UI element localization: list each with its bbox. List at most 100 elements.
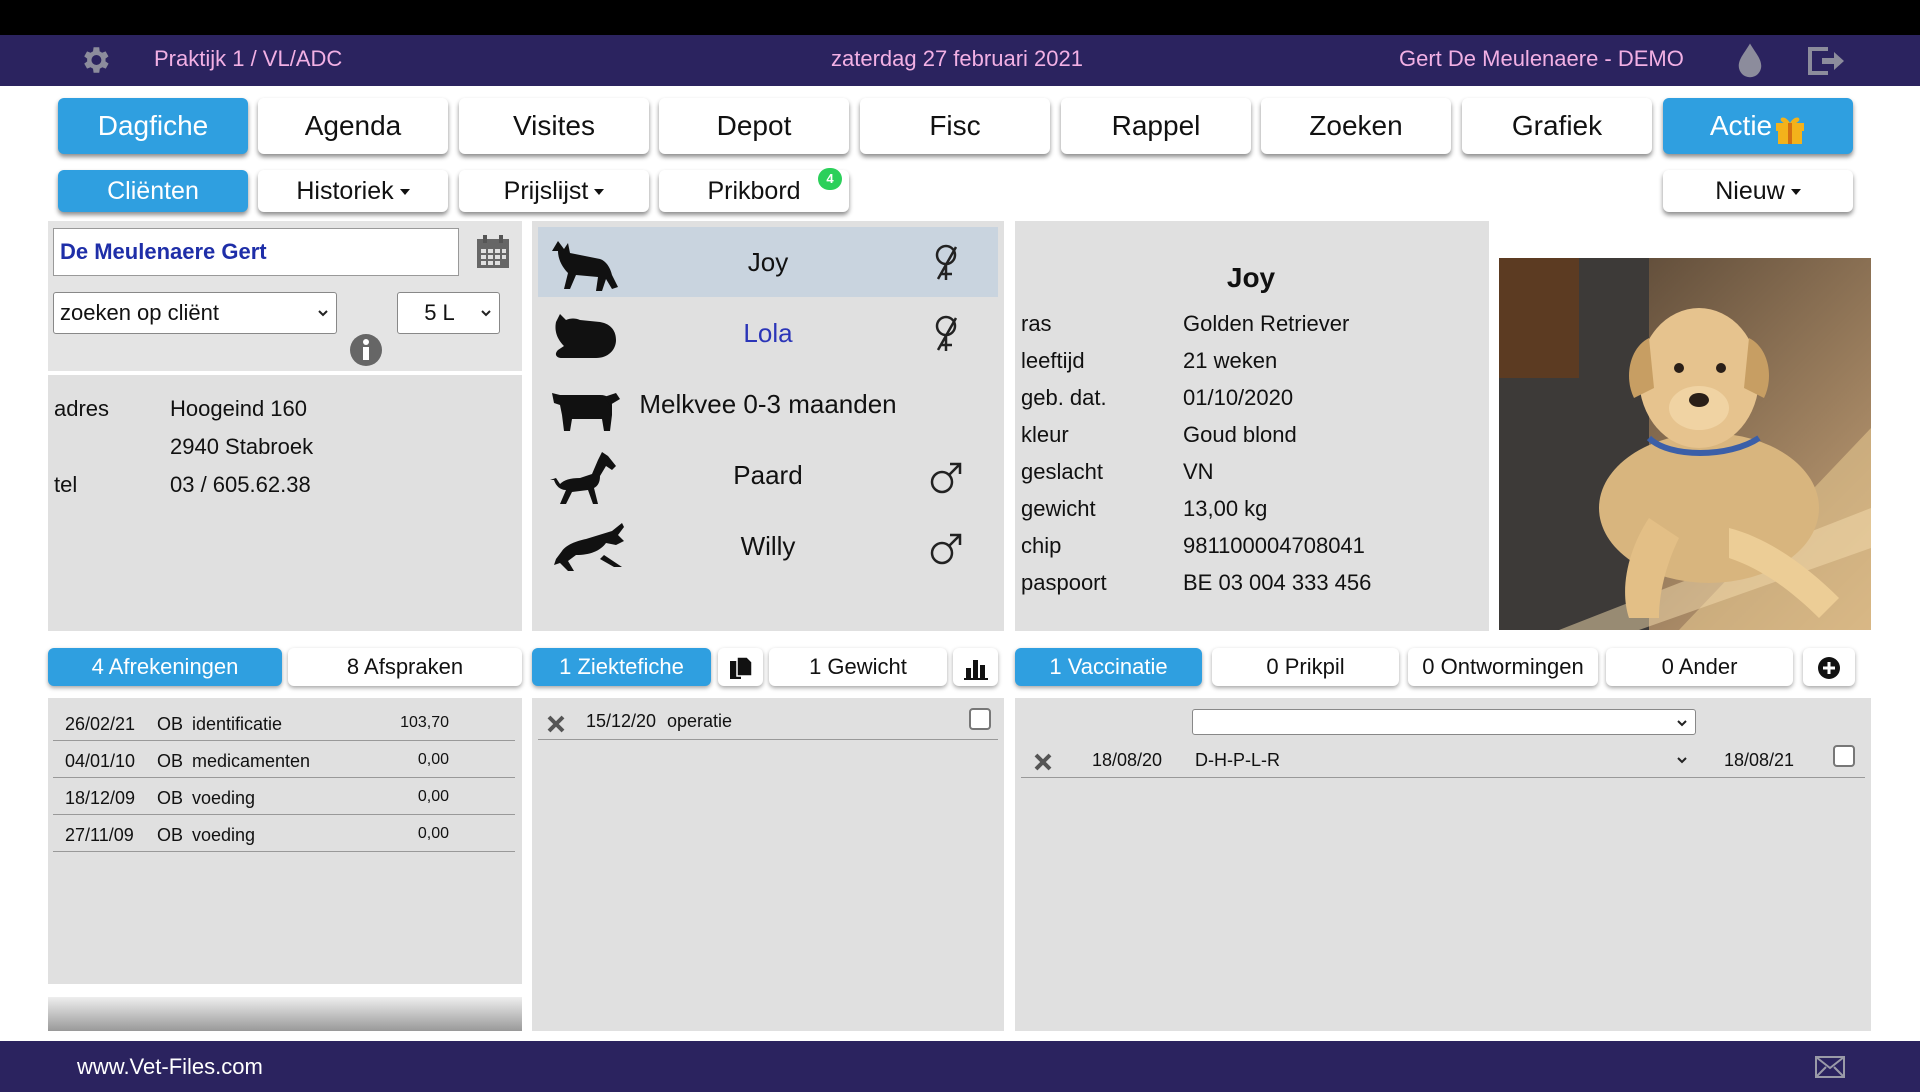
chevron-down-icon	[318, 310, 328, 317]
subnav-clienten[interactable]: Cliënten	[58, 170, 248, 212]
caret-down-icon	[1790, 189, 1801, 196]
documents-icon	[730, 656, 753, 679]
size-value: 5 L	[424, 300, 455, 325]
female-neutered-icon	[935, 244, 958, 280]
afrekeningen-scrollbar[interactable]	[48, 997, 522, 1031]
detail-label-geb-dat: geb. dat.	[1021, 385, 1107, 410]
detail-value-gewicht: 13,00 kg	[1183, 496, 1268, 521]
tab-afspraken[interactable]: 8 Afspraken	[288, 648, 522, 686]
row-date: 04/01/10	[65, 751, 136, 771]
client-search-mode-select[interactable]: zoeken op cliënt	[53, 292, 337, 334]
detail-value-geb-dat: 01/10/2020	[1183, 385, 1294, 410]
detail-value-ras: Golden Retriever	[1183, 311, 1350, 336]
tab-afrekeningen[interactable]: 4 Afrekeningen	[48, 648, 282, 686]
subnav-historiek[interactable]: Historiek	[258, 170, 448, 212]
nav-visites[interactable]: Visites	[459, 98, 649, 154]
table-row[interactable]: 18/12/09 OB voeding 0,00	[53, 778, 515, 815]
next-vaccination-date: 18/08/21	[1724, 750, 1795, 770]
documents-button[interactable]	[718, 648, 763, 686]
list-item[interactable]: 15/12/20 operatie	[538, 703, 998, 740]
subnav-prijslijst[interactable]: Prijslijst	[459, 170, 649, 212]
client-name-field[interactable]	[53, 228, 459, 276]
pet-item-joy[interactable]: Joy	[538, 227, 998, 297]
delete-icon[interactable]	[546, 714, 566, 734]
vaccination-date: 18/08/20	[1092, 750, 1163, 770]
row-code: OB	[157, 788, 184, 808]
list-item[interactable]: 18/08/20 D-H-P-L-R 18/08/21	[1021, 741, 1865, 778]
vaccine-name[interactable]: D-H-P-L-R	[1195, 750, 1280, 771]
pet-item-paard[interactable]: Paard	[538, 440, 998, 510]
phone-number: 03 / 605.62.38	[170, 472, 311, 497]
table-row[interactable]: 27/11/09 OB voeding 0,00	[53, 815, 515, 852]
current-date: zaterdag 27 februari 2021	[831, 46, 1083, 71]
item-checkbox[interactable]	[969, 708, 991, 730]
row-desc: identificatie	[192, 714, 283, 734]
chevron-down-icon	[1677, 720, 1687, 727]
nav-agenda[interactable]: Agenda	[258, 98, 448, 154]
nav-zoeken[interactable]: Zoeken	[1261, 98, 1451, 154]
subnav-nieuw[interactable]: Nieuw	[1663, 170, 1853, 212]
detail-label-kleur: kleur	[1021, 422, 1069, 447]
tab-ander[interactable]: 0 Ander	[1606, 648, 1793, 686]
gear-icon[interactable]	[78, 43, 112, 77]
footer-site-link[interactable]: www.Vet-Files.com	[77, 1054, 263, 1080]
row-desc: medicamenten	[192, 751, 311, 771]
top-bar: Praktijk 1 / VL/ADC zaterdag 27 februari…	[0, 35, 1920, 86]
nav-actie[interactable]: Actie	[1663, 98, 1853, 154]
tab-ontwormingen[interactable]: 0 Ontwormingen	[1408, 648, 1598, 686]
plus-circle-icon	[1818, 657, 1840, 679]
row-amount: 0,00	[417, 825, 449, 842]
info-icon[interactable]	[349, 333, 383, 367]
detail-label-ras: ras	[1021, 311, 1052, 336]
delete-icon[interactable]	[1033, 752, 1053, 772]
item-desc: operatie	[667, 711, 733, 731]
vaccine-type-select[interactable]	[1192, 709, 1696, 735]
nav-actie-label: Actie	[1709, 110, 1773, 141]
pet-item-willy[interactable]: Willy	[538, 511, 998, 581]
calendar-button-icon[interactable]	[475, 234, 511, 270]
table-row[interactable]: 04/01/10 OB medicamenten 0,00	[53, 741, 515, 778]
add-button[interactable]	[1803, 648, 1855, 686]
divider	[48, 371, 522, 375]
nav-rappel[interactable]: Rappel	[1061, 98, 1251, 154]
nav-grafiek[interactable]: Grafiek	[1462, 98, 1652, 154]
size-select[interactable]: 5 L	[397, 292, 500, 334]
row-desc: voeding	[192, 788, 256, 808]
detail-value-chip: 981100004708041	[1183, 533, 1365, 558]
chevron-down-icon[interactable]	[1676, 755, 1688, 765]
chart-button[interactable]	[953, 648, 998, 686]
row-date: 26/02/21	[65, 714, 136, 734]
row-amount: 103,70	[400, 714, 449, 731]
pet-photo[interactable]	[1499, 258, 1871, 630]
practice-label[interactable]: Praktijk 1 / VL/ADC	[154, 46, 342, 72]
table-row[interactable]: 26/02/21 OB identificatie 103,70	[53, 704, 515, 741]
drop-icon[interactable]	[1735, 42, 1765, 80]
nav-depot[interactable]: Depot	[659, 98, 849, 154]
row-date: 27/11/09	[65, 825, 134, 845]
detail-label-geslacht: geslacht	[1021, 459, 1103, 484]
detail-label-chip: chip	[1021, 533, 1062, 558]
nav-fisc[interactable]: Fisc	[860, 98, 1050, 154]
tab-vaccinatie[interactable]: 1 Vaccinatie	[1015, 648, 1202, 686]
detail-value-kleur: Goud blond	[1183, 422, 1297, 447]
pet-item-lola[interactable]: Lola	[538, 298, 998, 368]
gift-icon	[1776, 117, 1805, 144]
user-label[interactable]: Gert De Meulenaere - DEMO	[1399, 46, 1684, 72]
search-mode-value: zoeken op cliënt	[60, 300, 219, 325]
male-icon	[930, 533, 962, 565]
phone-label: tel	[54, 472, 78, 497]
tab-prikpil[interactable]: 0 Prikpil	[1212, 648, 1399, 686]
logout-icon[interactable]	[1806, 45, 1846, 77]
address-city: 2940 Stabroek	[170, 434, 314, 459]
row-date: 18/12/09	[65, 788, 136, 808]
female-neutered-icon	[935, 315, 958, 351]
tab-gewicht[interactable]: 1 Gewicht	[769, 648, 947, 686]
detail-value-leeftijd: 21 weken	[1183, 348, 1278, 373]
pet-item-melkvee[interactable]: Melkvee 0-3 maanden	[538, 369, 998, 439]
mail-icon[interactable]	[1815, 1056, 1845, 1078]
row-code: OB	[157, 714, 184, 734]
item-checkbox[interactable]	[1833, 745, 1855, 767]
address-label: adres	[54, 396, 110, 421]
nav-dagfiche[interactable]: Dagfiche	[58, 98, 248, 154]
tab-ziektefiche[interactable]: 1 Ziektefiche	[532, 648, 711, 686]
